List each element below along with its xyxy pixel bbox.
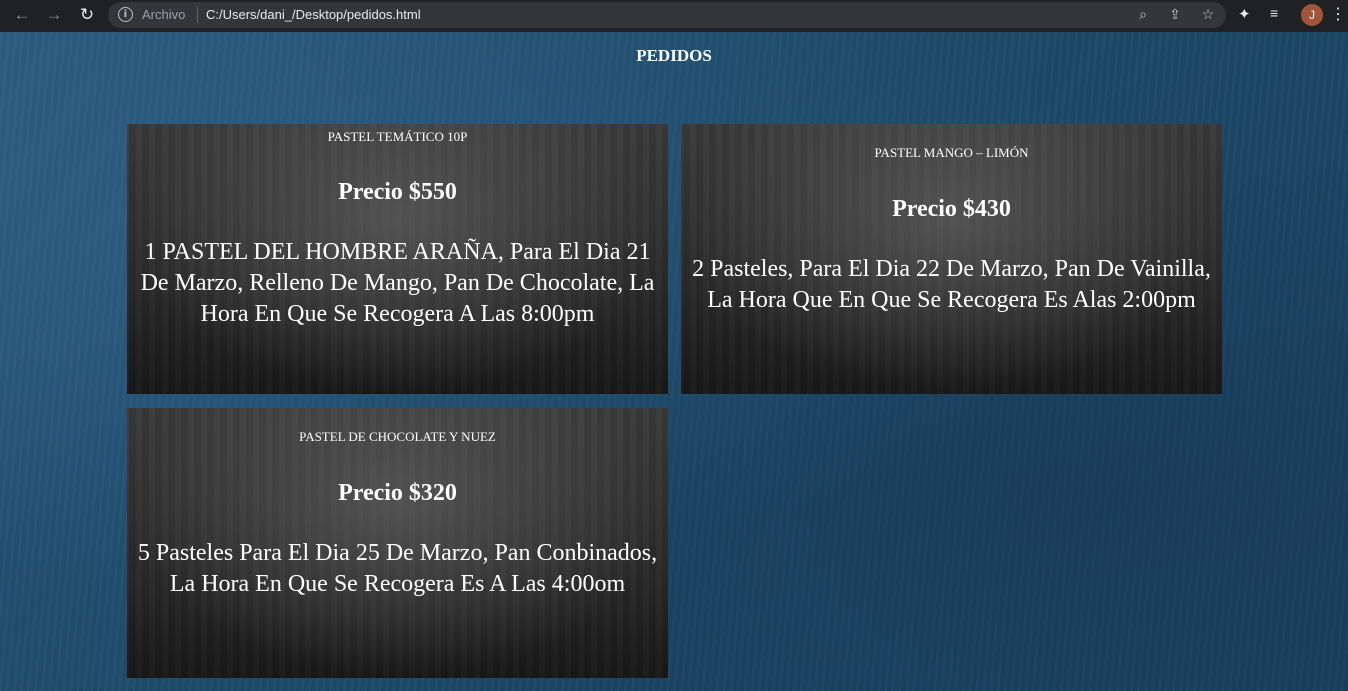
order-price: Precio $320 xyxy=(338,480,457,506)
share-icon[interactable]: ⇪ xyxy=(1166,6,1184,23)
site-info-icon[interactable]: i xyxy=(118,7,133,22)
page-title: PEDIDOS xyxy=(636,46,712,65)
order-description: 1 PASTEL DEL HOMBRE ARAÑA, Para El Dia 2… xyxy=(140,239,655,327)
more-menu-icon[interactable]: ⋮ xyxy=(1330,4,1346,24)
scheme-label: Archivo xyxy=(142,7,186,22)
forward-arrow-icon[interactable]: → xyxy=(43,4,65,26)
bookmark-star-icon[interactable]: ☆ xyxy=(1199,6,1217,23)
order-title: PASTEL MANGO – LIMÓN xyxy=(874,145,1029,160)
back-arrow-icon[interactable]: ← xyxy=(11,4,33,26)
zoom-icon[interactable]: ⌕ xyxy=(1134,6,1152,23)
order-description: 2 Pasteles, Para El Dia 22 De Marzo, Pan… xyxy=(692,256,1211,313)
extensions-puzzle-icon[interactable]: ✦ xyxy=(1238,5,1251,23)
profile-avatar[interactable]: J xyxy=(1301,4,1323,26)
order-title: PASTEL TEMÁTICO 10P xyxy=(327,129,468,144)
order-card: PASTEL DE CHOCOLATE Y NUEZ Precio $320 5… xyxy=(127,408,668,678)
browser-toolbar: ← → ↻ i Archivo C:/Users/dani_/Desktop/p… xyxy=(0,0,1348,32)
url-text[interactable]: C:/Users/dani_/Desktop/pedidos.html xyxy=(206,7,421,22)
media-playlist-icon[interactable]: ≡ xyxy=(1270,5,1278,21)
page-content: PEDIDOS PASTEL TEMÁTICO 10P Precio $550 … xyxy=(0,32,1348,691)
order-description: 5 Pasteles Para El Dia 25 De Marzo, Pan … xyxy=(137,540,658,597)
order-title: PASTEL DE CHOCOLATE Y NUEZ xyxy=(299,429,496,444)
reload-icon[interactable]: ↻ xyxy=(76,4,98,26)
order-card: PASTEL TEMÁTICO 10P Precio $550 1 PASTEL… xyxy=(127,124,668,394)
order-price: Precio $550 xyxy=(338,179,457,205)
address-bar[interactable]: i Archivo C:/Users/dani_/Desktop/pedidos… xyxy=(108,2,1226,28)
order-price: Precio $430 xyxy=(892,196,1011,222)
address-separator xyxy=(197,7,198,23)
order-card: PASTEL MANGO – LIMÓN Precio $430 2 Paste… xyxy=(681,124,1222,394)
